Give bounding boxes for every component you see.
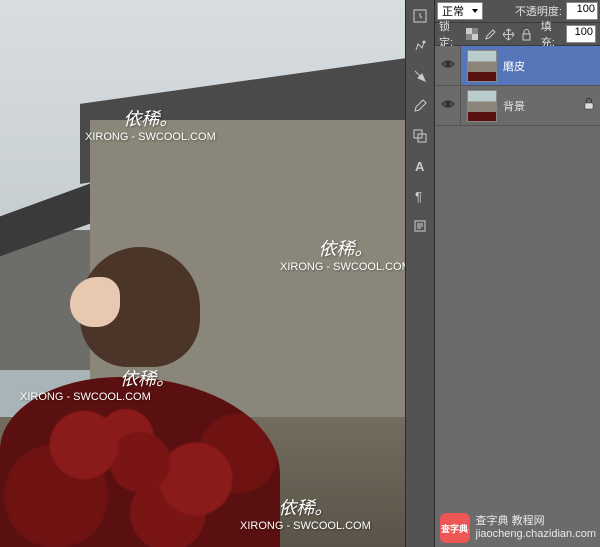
fill-input[interactable]: 100 xyxy=(566,25,596,43)
clone-source-icon[interactable] xyxy=(409,125,431,147)
lock-all-icon[interactable] xyxy=(519,26,535,42)
tool-presets-icon[interactable] xyxy=(409,65,431,87)
image-watermark-3: 依稀。 XIRONG - SWCOOL.COM xyxy=(20,365,174,403)
lock-position-icon[interactable] xyxy=(501,26,517,42)
layer-thumbnail[interactable] xyxy=(467,90,497,122)
layer-thumbnail[interactable] xyxy=(467,50,497,82)
opacity-input[interactable]: 100 xyxy=(566,2,598,20)
layers-list[interactable]: 磨皮 背景 xyxy=(435,46,600,547)
brush-panel-icon[interactable] xyxy=(409,95,431,117)
layer-row[interactable]: 磨皮 xyxy=(435,46,600,86)
lock-icon xyxy=(584,98,594,113)
layer-options-top-row: 正常 不透明度: 100 xyxy=(435,0,600,23)
canvas-document[interactable]: 依稀。 XIRONG - SWCOOL.COM 依稀。 XIRONG - SWC… xyxy=(0,0,405,547)
notes-panel-icon[interactable] xyxy=(409,215,431,237)
layer-options-lock-row: 锁定: 填充: 100 xyxy=(435,23,600,46)
layer-name-label[interactable]: 磨皮 xyxy=(503,58,525,74)
svg-text:A: A xyxy=(415,159,425,174)
layers-panel: 正常 不透明度: 100 锁定: 填充: 100 xyxy=(435,0,600,547)
lock-pixels-icon[interactable] xyxy=(483,26,499,42)
svg-text:¶: ¶ xyxy=(415,189,422,204)
image-watermark-2: 依稀。 XIRONG - SWCOOL.COM xyxy=(280,235,405,273)
collapsed-panel-strip: A ¶ xyxy=(405,0,435,547)
layer-visibility-toggle[interactable] xyxy=(435,46,461,85)
paragraph-panel-icon[interactable]: ¶ xyxy=(409,185,431,207)
layer-row[interactable]: 背景 xyxy=(435,86,600,126)
lock-transparent-icon[interactable] xyxy=(465,26,481,42)
blend-mode-dropdown[interactable]: 正常 xyxy=(437,2,483,20)
layer-visibility-toggle[interactable] xyxy=(435,86,461,125)
history-panel-icon[interactable] xyxy=(409,5,431,27)
layer-name-label[interactable]: 背景 xyxy=(503,98,525,114)
eye-icon xyxy=(441,99,455,112)
opacity-label: 不透明度: xyxy=(515,3,562,19)
image-watermark-4: 依稀。 XIRONG - SWCOOL.COM xyxy=(240,494,371,532)
actions-panel-icon[interactable] xyxy=(409,35,431,57)
eye-icon xyxy=(441,59,455,72)
image-watermark-1: 依稀。 XIRONG - SWCOOL.COM xyxy=(85,105,216,143)
photo-content: 依稀。 XIRONG - SWCOOL.COM 依稀。 XIRONG - SWC… xyxy=(0,0,405,547)
character-panel-icon[interactable]: A xyxy=(409,155,431,177)
